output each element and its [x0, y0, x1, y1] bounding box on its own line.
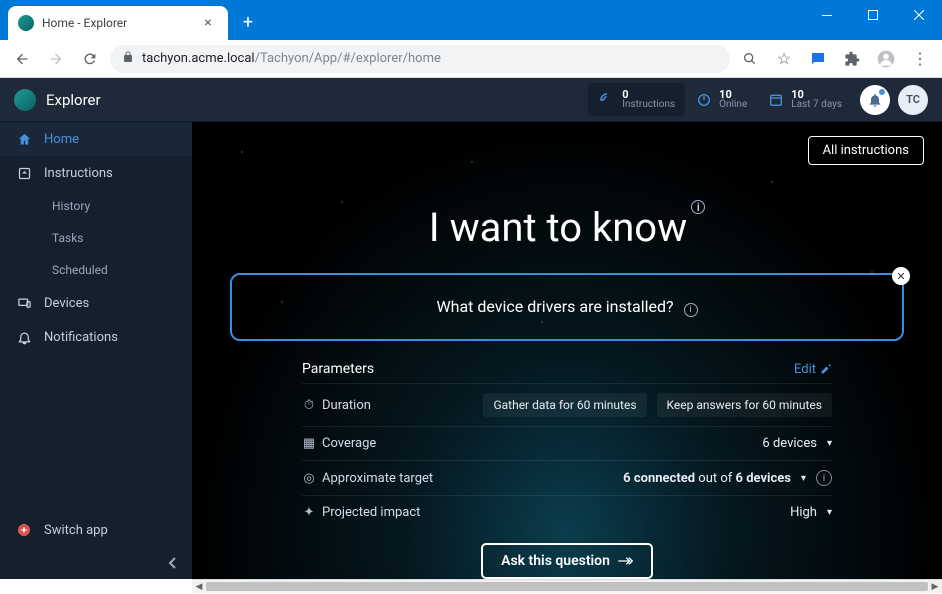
- app-brand: Explorer: [46, 91, 101, 109]
- sidebar-item-instructions[interactable]: Instructions: [0, 156, 192, 190]
- notifications-bell[interactable]: [860, 85, 890, 115]
- url-input[interactable]: tachyon.acme.local/Tachyon/App/#/explore…: [110, 45, 730, 73]
- question-box[interactable]: ✕ What device drivers are installed? i: [230, 273, 904, 341]
- tab-close-icon[interactable]: ×: [200, 15, 216, 31]
- zoom-icon[interactable]: [736, 45, 764, 73]
- new-tab-button[interactable]: +: [234, 8, 262, 36]
- chevron-left-icon: [168, 557, 178, 569]
- lock-icon: [122, 51, 134, 66]
- instructions-icon: [16, 165, 32, 181]
- app-logo-icon: [14, 89, 36, 111]
- sidebar-item-scheduled[interactable]: Scheduled: [0, 254, 192, 286]
- switch-app-icon: [16, 522, 32, 538]
- url-host: tachyon.acme.local/Tachyon/App/#/explore…: [142, 51, 441, 66]
- home-icon: [16, 131, 32, 147]
- sidebar-item-home[interactable]: Home: [0, 122, 192, 156]
- stat-instructions[interactable]: 0Instructions: [588, 83, 685, 116]
- bookmark-icon[interactable]: ☆: [770, 45, 798, 73]
- hero-title: I want to knowi: [192, 204, 942, 251]
- forward-button[interactable]: [42, 45, 70, 73]
- all-instructions-button[interactable]: All instructions: [808, 136, 924, 165]
- menu-icon[interactable]: ⋮: [906, 45, 934, 73]
- calendar-icon: [767, 91, 785, 109]
- stat-online[interactable]: 10Online: [685, 83, 757, 116]
- sidebar: Home Instructions History Tasks Schedule…: [0, 122, 192, 579]
- devices-icon: [16, 295, 32, 311]
- power-icon: [695, 91, 713, 109]
- sidebar-item-history[interactable]: History: [0, 190, 192, 222]
- window-titlebar: Home - Explorer × +: [0, 0, 942, 40]
- background-stars: [192, 122, 942, 579]
- horizontal-scrollbar[interactable]: ◀ ▶: [192, 579, 942, 593]
- reload-button[interactable]: [76, 45, 104, 73]
- tab-favicon-icon: [18, 15, 34, 31]
- sidebar-collapse-button[interactable]: [0, 547, 192, 579]
- sidebar-item-tasks[interactable]: Tasks: [0, 222, 192, 254]
- tab-title: Home - Explorer: [42, 16, 192, 30]
- sidebar-item-notifications[interactable]: Notifications: [0, 320, 192, 354]
- info-icon[interactable]: i: [691, 200, 705, 214]
- app-topbar: Explorer 0Instructions 10Online 10Last 7…: [0, 78, 942, 122]
- stat-last7days[interactable]: 10Last 7 days: [757, 83, 852, 116]
- address-bar: tachyon.acme.local/Tachyon/App/#/explore…: [0, 40, 942, 78]
- back-button[interactable]: [8, 45, 36, 73]
- question-close-button[interactable]: ✕: [892, 267, 910, 285]
- question-info-icon[interactable]: i: [684, 303, 698, 317]
- window-controls: [804, 0, 942, 30]
- question-text: What device drivers are installed?: [436, 297, 673, 316]
- minimize-button[interactable]: [804, 0, 850, 30]
- sidebar-item-devices[interactable]: Devices: [0, 286, 192, 320]
- extensions-icon[interactable]: [838, 45, 866, 73]
- profile-icon[interactable]: [872, 45, 900, 73]
- sidebar-switch-app[interactable]: Switch app: [0, 513, 192, 547]
- bell-outline-icon: [16, 329, 32, 345]
- browser-tab[interactable]: Home - Explorer ×: [8, 6, 228, 40]
- user-avatar[interactable]: TC: [898, 85, 928, 115]
- chat-icon[interactable]: [804, 45, 832, 73]
- scrollbar-thumb[interactable]: [206, 582, 928, 591]
- notification-dot-icon: [879, 89, 885, 95]
- gauge-icon: [598, 91, 616, 109]
- maximize-button[interactable]: [850, 0, 896, 30]
- close-window-button[interactable]: [896, 0, 942, 30]
- main-content: All instructions I want to knowi ✕ What …: [192, 122, 942, 579]
